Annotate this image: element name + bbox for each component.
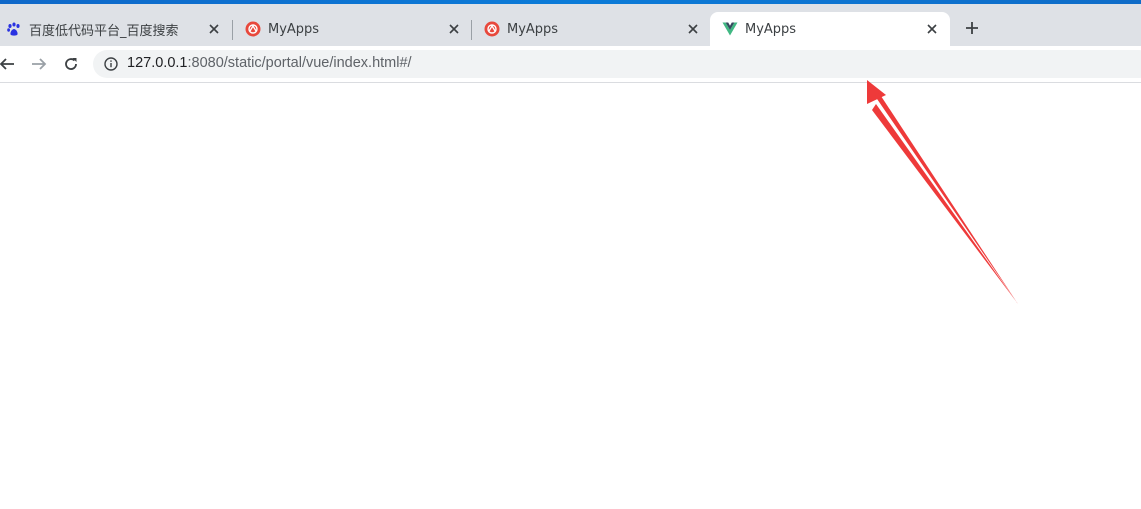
close-tab-icon[interactable] bbox=[924, 21, 940, 37]
tab-title: 百度低代码平台_百度搜索 bbox=[29, 23, 179, 39]
myapps-icon bbox=[484, 21, 500, 37]
tab-strip: 百度低代码平台_百度搜索 MyApps MyApps MyApps bbox=[0, 4, 1141, 46]
tab-myapps-2[interactable]: MyApps bbox=[478, 12, 711, 46]
tab-title: MyApps bbox=[268, 21, 320, 37]
address-bar[interactable]: 127.0.0.1:8080/static/portal/vue/index.h… bbox=[93, 50, 1141, 78]
baidu-paw-icon bbox=[6, 21, 22, 37]
tab-myapps-1[interactable]: MyApps bbox=[239, 12, 472, 46]
url-host: 127.0.0.1 bbox=[127, 55, 188, 71]
tab-myapps-active[interactable]: MyApps bbox=[710, 12, 950, 46]
close-tab-icon[interactable] bbox=[446, 21, 462, 37]
tab-title: MyApps bbox=[507, 21, 559, 37]
close-tab-icon[interactable] bbox=[685, 21, 701, 37]
back-arrow-icon[interactable] bbox=[0, 54, 17, 74]
tab-separator bbox=[471, 20, 472, 40]
plus-icon[interactable] bbox=[962, 18, 982, 38]
tab-baidu-search[interactable]: 百度低代码平台_百度搜索 bbox=[0, 12, 232, 46]
browser-toolbar: 127.0.0.1:8080/static/portal/vue/index.h… bbox=[0, 46, 1141, 83]
vue-icon bbox=[722, 21, 738, 37]
info-icon[interactable] bbox=[103, 56, 119, 72]
close-tab-icon[interactable] bbox=[206, 21, 222, 37]
tab-title: MyApps bbox=[745, 21, 797, 37]
url-text: 127.0.0.1:8080/static/portal/vue/index.h… bbox=[127, 55, 412, 71]
forward-arrow-icon[interactable] bbox=[29, 54, 49, 74]
myapps-icon bbox=[245, 21, 261, 37]
reload-icon[interactable] bbox=[61, 54, 81, 74]
tab-separator bbox=[232, 20, 233, 40]
page-content-blank bbox=[0, 83, 1141, 509]
url-path: :8080/static/portal/vue/index.html#/ bbox=[187, 55, 412, 71]
